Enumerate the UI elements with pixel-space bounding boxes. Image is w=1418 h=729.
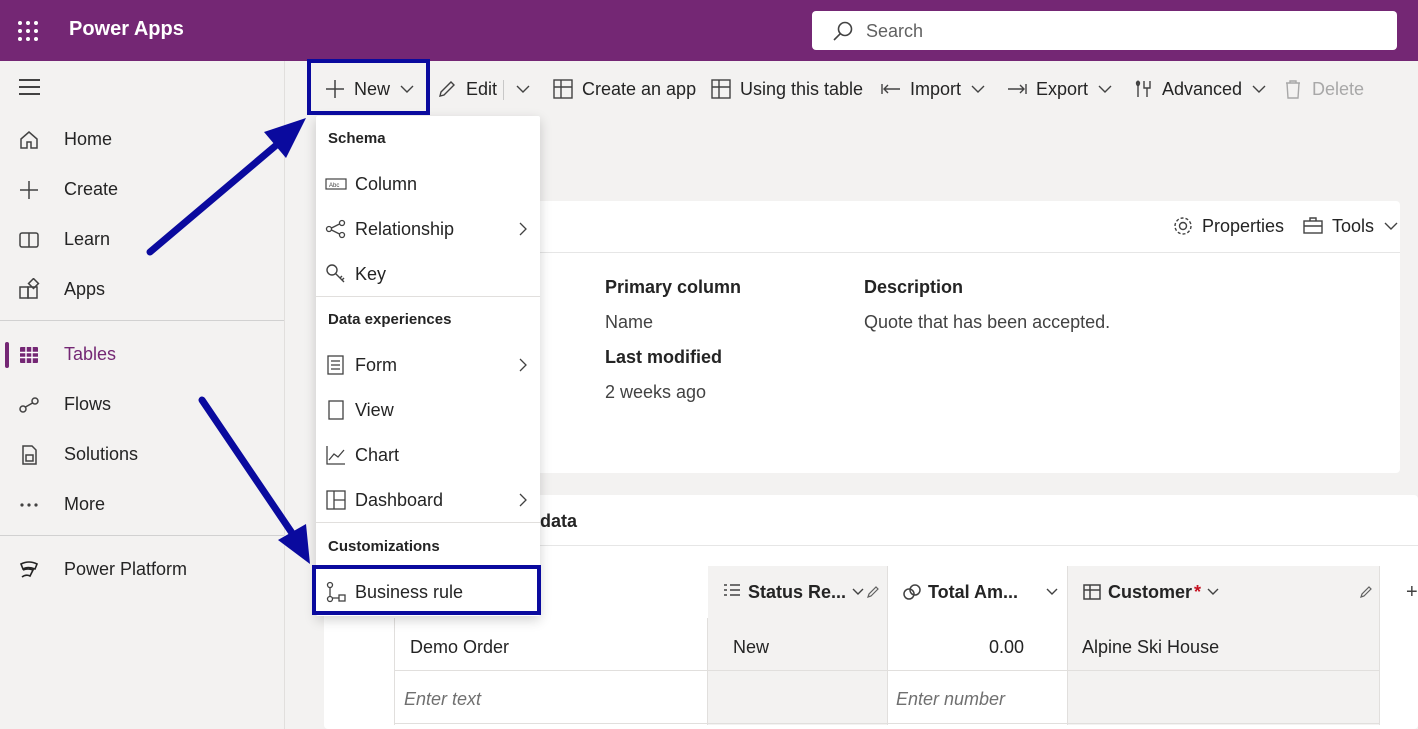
arrow-to-new — [146, 138, 284, 256]
annotation-arrows — [146, 118, 310, 564]
arrow-to-business-rule — [198, 396, 298, 540]
